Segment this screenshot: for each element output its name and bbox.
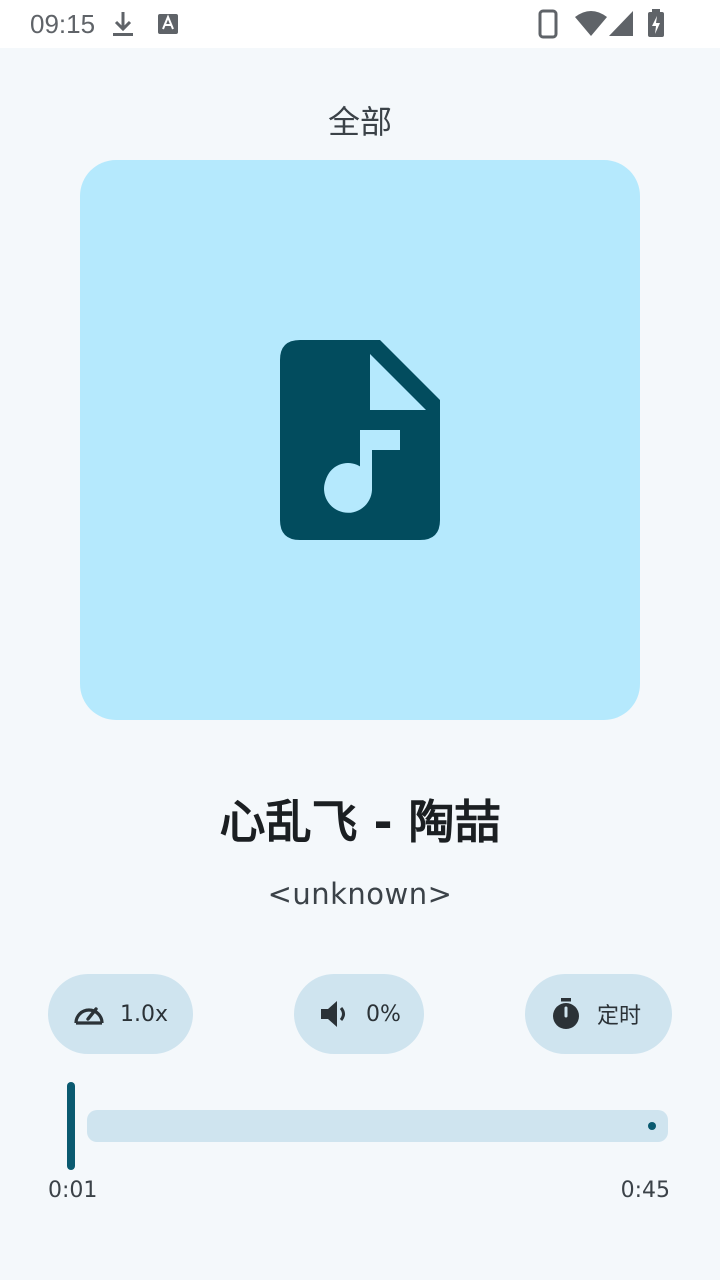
- sleep-timer-button[interactable]: 定时: [525, 974, 672, 1054]
- playback-speed-label: 1.0x: [120, 1001, 169, 1027]
- wifi-icon: [575, 11, 607, 36]
- song-title: 心乱飞 - 陶喆: [219, 795, 501, 849]
- status-bar: 09:15: [0, 0, 720, 48]
- speedometer-icon: [74, 1007, 104, 1025]
- playback-speed-button[interactable]: 1.0x: [48, 974, 193, 1054]
- volume-label: 0%: [366, 1001, 401, 1027]
- progress-end-dot: [648, 1122, 656, 1130]
- progress-thumb[interactable]: [67, 1082, 75, 1170]
- progress-slider[interactable]: [87, 1110, 668, 1142]
- page-title[interactable]: 全部: [0, 100, 720, 144]
- sleep-timer-label: 定时: [597, 1004, 642, 1029]
- volume-button[interactable]: 0%: [294, 974, 424, 1054]
- song-artist: <unknown>: [267, 877, 453, 911]
- status-time: 09:15: [30, 9, 96, 39]
- signal-icon: [609, 11, 633, 36]
- total-duration: 0:45: [620, 1178, 670, 1203]
- battery-charging-icon: [648, 9, 664, 37]
- stopwatch-icon: [553, 998, 579, 1029]
- album-artwork: [80, 160, 640, 720]
- phone-icon: [538, 9, 558, 39]
- volume-icon: [321, 1001, 345, 1027]
- audio-file-icon: [280, 340, 440, 540]
- current-time: 0:01: [48, 1178, 98, 1203]
- download-icon: [113, 12, 133, 36]
- font-a-icon: [158, 14, 178, 34]
